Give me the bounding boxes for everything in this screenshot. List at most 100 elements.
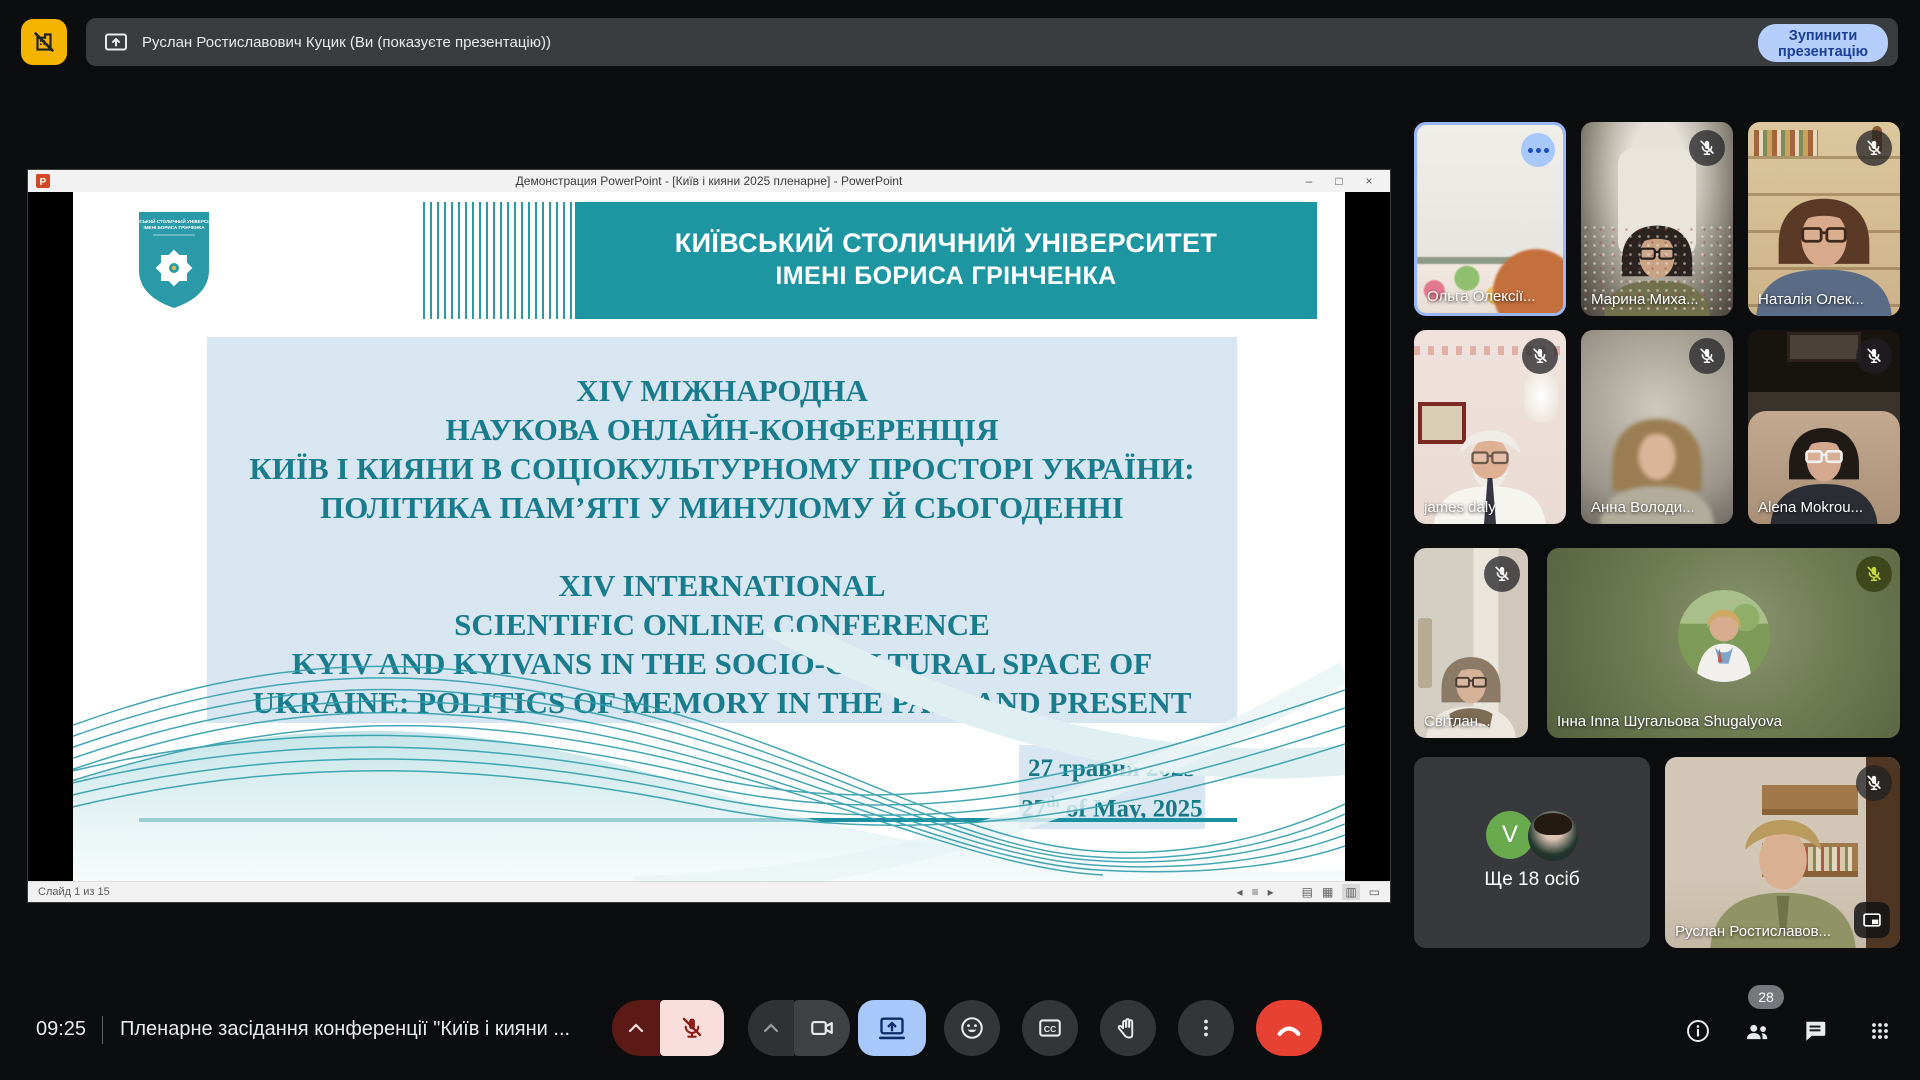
- university-name-line2: ІМЕНІ БОРИСА ГРІНЧЕНКА: [575, 260, 1317, 292]
- camera-icon: [809, 1015, 835, 1041]
- participants-panel-button[interactable]: [1743, 1017, 1771, 1045]
- present-screen-icon: [878, 1015, 906, 1041]
- avatar-initial: V: [1486, 811, 1534, 859]
- participant-tile-maryna[interactable]: Марина Миха...: [1581, 122, 1733, 316]
- participant-name: Світлан...: [1424, 713, 1491, 730]
- title-uk-line4: ПОЛІТИКА ПАМ’ЯТІ У МИНУЛОМУ Й СЬОГОДЕННІ: [207, 488, 1237, 527]
- meeting-title-label: Пленарне засідання конференції "Київ і к…: [120, 1018, 570, 1041]
- people-icon: [1743, 1018, 1771, 1044]
- participant-name: Alena Mokrou...: [1758, 499, 1863, 516]
- powerpoint-window-title: Демонстрация PowerPoint - [Київ і кияни …: [28, 174, 1390, 188]
- avatar: [1678, 590, 1770, 682]
- slide-menu-button[interactable]: ≡: [1252, 885, 1259, 899]
- lamp-decoration: [1524, 370, 1558, 422]
- participant-tile-svitlana[interactable]: Світлан...: [1414, 548, 1528, 738]
- participant-tile-anna[interactable]: Анна Володи...: [1581, 330, 1733, 524]
- participant-tile-ruslan[interactable]: Руслан Ростиславов...: [1665, 757, 1900, 948]
- participant-name: Руслан Ростиславов...: [1675, 923, 1831, 940]
- header-stripes-decoration: [423, 202, 575, 319]
- reactions-button[interactable]: [944, 1000, 1000, 1056]
- presenting-status-bar: Руслан Ростиславович Куцик (Ви (показуєт…: [86, 18, 1898, 66]
- window-close-button[interactable]: ×: [1354, 174, 1384, 188]
- captions-icon: CC: [1037, 1015, 1063, 1041]
- powerpoint-statusbar: Слайд 1 из 15 ◂ ≡ ▸ ▤ ▦ ▥ ▭: [28, 881, 1390, 902]
- presentation-warning-icon[interactable]: [21, 19, 67, 65]
- powerpoint-window: P Демонстрация PowerPoint - [Київ і киян…: [28, 170, 1390, 902]
- mic-muted-icon: [1689, 130, 1725, 166]
- bookshelf-decoration: [1754, 130, 1818, 156]
- raise-hand-button[interactable]: [1100, 1000, 1156, 1056]
- svg-text:CC: CC: [1044, 1024, 1057, 1034]
- participant-tile-inna[interactable]: Інна Inna Шугальова Shugalyova: [1547, 548, 1900, 738]
- participant-name: Інна Inna Шугальова Shugalyova: [1557, 713, 1782, 730]
- slide: КИЇВСЬКИЙ СТОЛИЧНИЙ УНІВЕРСИТЕТ ІМЕНІ БО…: [73, 192, 1345, 881]
- captions-button[interactable]: CC: [1022, 1000, 1078, 1056]
- stop-presentation-label-line1: Зупинити: [1789, 28, 1858, 44]
- participant-name: Ольга Олексії...: [1427, 288, 1536, 305]
- chat-icon: [1802, 1018, 1828, 1044]
- svg-text:КИЇВСЬКИЙ СТОЛИЧНИЙ УНІВЕРСИТЕ: КИЇВСЬКИЙ СТОЛИЧНИЙ УНІВЕРСИТЕТ: [137, 217, 211, 224]
- mic-muted-icon: [1856, 130, 1892, 166]
- slideshow-view-button[interactable]: ▭: [1369, 885, 1380, 899]
- university-name-line1: КИЇВСЬКИЙ СТОЛИЧНИЙ УНІВЕРСИТЕТ: [575, 226, 1317, 260]
- apps-grid-icon: [1868, 1019, 1892, 1043]
- mic-muted-icon: [1856, 765, 1892, 801]
- participant-name: Марина Миха...: [1591, 291, 1699, 308]
- mic-muted-icon: [1484, 556, 1520, 592]
- stop-presentation-label-line2: презентацію: [1778, 44, 1868, 60]
- powerpoint-titlebar: P Демонстрация PowerPoint - [Київ і киян…: [28, 170, 1390, 192]
- building-off-icon: [31, 29, 57, 55]
- meet-window: Руслан Ростиславович Куцик (Ви (показуєт…: [0, 0, 1920, 1080]
- title-uk-line3: КИЇВ І КИЯНИ В СОЦІОКУЛЬТУРНОМУ ПРОСТОРІ…: [207, 449, 1237, 488]
- slide-viewport: КИЇВСЬКИЙ СТОЛИЧНИЙ УНІВЕРСИТЕТ ІМЕНІ БО…: [28, 192, 1390, 881]
- mic-mute-button[interactable]: [660, 1000, 724, 1056]
- notes-view-button[interactable]: ▤: [1302, 885, 1313, 899]
- participant-name: Анна Володи...: [1591, 499, 1695, 516]
- window-restore-button[interactable]: □: [1324, 174, 1354, 188]
- presenter-name-label: Руслан Ростиславович Куцик (Ви (показуєт…: [142, 34, 551, 51]
- participant-tile-olha[interactable]: Ольга Олексії...: [1414, 122, 1566, 316]
- chat-panel-button[interactable]: [1801, 1017, 1829, 1045]
- participant-name: james daly: [1424, 499, 1496, 516]
- mic-options-caret-button[interactable]: [612, 1000, 660, 1056]
- university-logo: КИЇВСЬКИЙ СТОЛИЧНИЙ УНІВЕРСИТЕТ ІМЕНІ БО…: [137, 210, 211, 310]
- participant-video: [1547, 548, 1900, 738]
- slide-sorter-view-button[interactable]: ▦: [1322, 885, 1333, 899]
- participant-tile-james[interactable]: james daly: [1414, 330, 1566, 524]
- slide-counter: Слайд 1 из 15: [38, 886, 110, 898]
- camera-options-caret-button[interactable]: [748, 1000, 794, 1056]
- svg-text:ІМЕНІ БОРИСА ГРІНЧЕНКА: ІМЕНІ БОРИСА ГРІНЧЕНКА: [143, 225, 205, 230]
- normal-view-button[interactable]: ▥: [1342, 884, 1359, 900]
- more-participants-tile[interactable]: V Ще 18 осіб: [1414, 757, 1650, 948]
- next-slide-button[interactable]: ▸: [1268, 885, 1274, 899]
- present-screen-button[interactable]: [858, 1000, 926, 1056]
- mic-off-icon: [679, 1015, 705, 1041]
- participant-count-badge: 28: [1748, 985, 1784, 1009]
- tile-options-menu-icon[interactable]: [1521, 133, 1555, 167]
- title-en-line1: XIV INTERNATIONAL: [207, 566, 1237, 605]
- mic-muted-icon: [1856, 556, 1892, 592]
- title-uk-line1: XIV МІЖНАРОДНА: [207, 371, 1237, 410]
- avatar: [1528, 811, 1578, 861]
- participant-tile-alena[interactable]: Alena Mokrou...: [1748, 330, 1900, 524]
- picture-in-picture-button[interactable]: [1854, 902, 1890, 938]
- more-options-button[interactable]: [1178, 1000, 1234, 1056]
- end-call-button[interactable]: [1256, 1000, 1322, 1056]
- info-icon: [1685, 1018, 1711, 1044]
- participant-tile-nataliia[interactable]: Наталія Олек...: [1748, 122, 1900, 316]
- title-uk-line2: НАУКОВА ОНЛАЙН-КОНФЕРЕНЦІЯ: [207, 410, 1237, 449]
- apps-grid-button[interactable]: [1866, 1017, 1894, 1045]
- clock-label: 09:25: [36, 1018, 86, 1041]
- mic-muted-icon: [1689, 338, 1725, 374]
- more-vertical-icon: [1194, 1016, 1218, 1040]
- meeting-details-button[interactable]: [1684, 1017, 1712, 1045]
- window-minimize-button[interactable]: –: [1294, 174, 1324, 188]
- camera-button[interactable]: [794, 1000, 850, 1056]
- participant-name: Наталія Олек...: [1758, 291, 1864, 308]
- mic-muted-icon: [1856, 338, 1892, 374]
- slide-header-band: КИЇВСЬКИЙ СТОЛИЧНИЙ УНІВЕРСИТЕТ ІМЕНІ БО…: [575, 202, 1317, 319]
- picture-frame-decoration: [1787, 332, 1861, 362]
- present-screen-icon: [104, 32, 128, 53]
- previous-slide-button[interactable]: ◂: [1237, 885, 1243, 899]
- stop-presentation-button[interactable]: Зупинити презентацію: [1758, 24, 1888, 62]
